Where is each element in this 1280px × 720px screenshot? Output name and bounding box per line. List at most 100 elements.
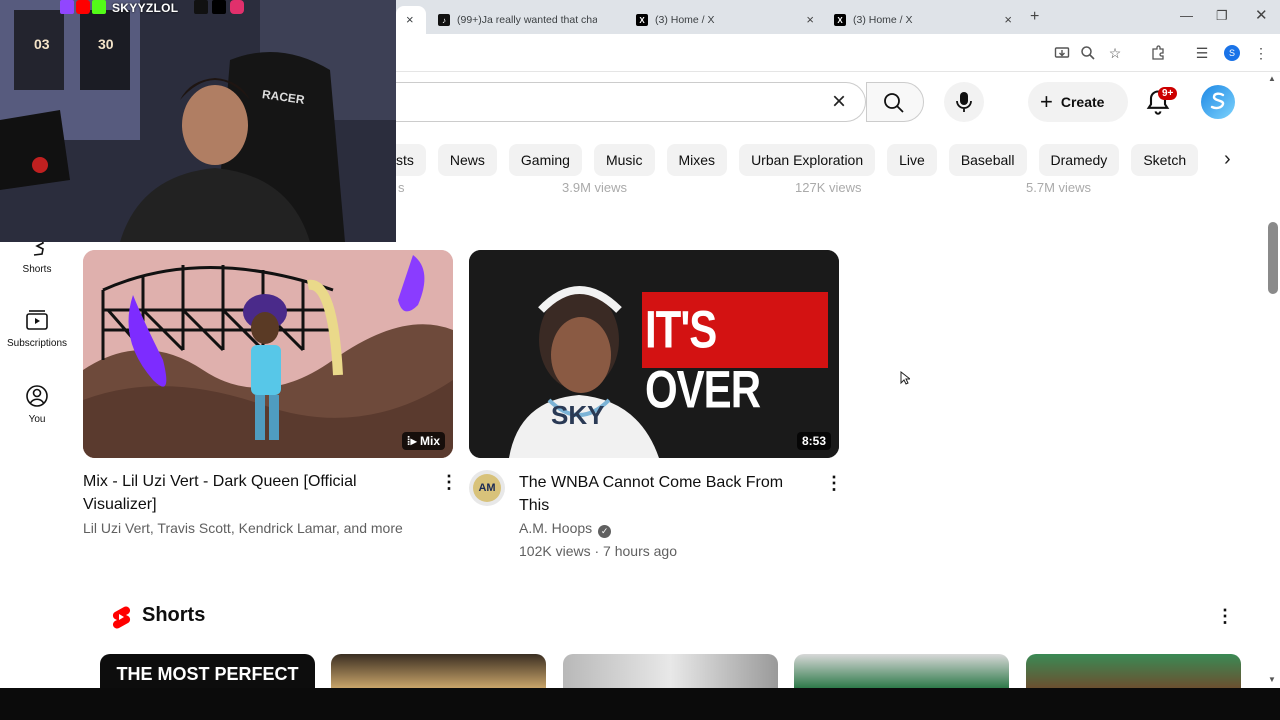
account-avatar[interactable]: [1201, 85, 1235, 119]
cartoon-artwork: [83, 250, 453, 458]
video-title[interactable]: Mix - Lil Uzi Vert - Dark Queen [Officia…: [83, 470, 423, 516]
scroll-down-icon[interactable]: ▼: [1268, 675, 1276, 684]
notifications-badge: 9+: [1158, 87, 1178, 100]
video-thumbnail-mix[interactable]: ⁞▸ Mix: [83, 250, 453, 458]
short-caption: THE MOST PERFECT: [116, 664, 299, 684]
page-scrollbar[interactable]: [1266, 72, 1280, 688]
tab-title: (99+)Ja really wanted that chall: [457, 14, 597, 26]
chip[interactable]: sts: [396, 144, 426, 176]
instagram-icon: [230, 0, 244, 14]
channel-logo: AM: [473, 474, 501, 502]
tiktok-icon: [194, 0, 208, 14]
shorts-shelf-title: Shorts: [142, 604, 206, 626]
voice-search-button[interactable]: [944, 82, 984, 122]
short-thumbnail[interactable]: [331, 654, 546, 688]
youtube-icon: [76, 0, 90, 14]
chip[interactable]: Sketch: [1131, 144, 1199, 176]
video-duration: 8:53: [796, 432, 831, 450]
chip[interactable]: Mixes: [666, 144, 728, 176]
install-app-icon[interactable]: [1054, 45, 1070, 61]
chip[interactable]: Dramedy: [1038, 144, 1120, 176]
create-label: Create: [1060, 94, 1105, 110]
chip[interactable]: Gaming: [508, 144, 582, 176]
active-tab[interactable]: ×: [396, 6, 426, 34]
chip[interactable]: Baseball: [948, 144, 1027, 176]
more-actions-icon[interactable]: ⋮: [440, 472, 458, 493]
x-icon: X: [636, 14, 648, 26]
twitch-icon: [60, 0, 74, 14]
browser-menu-icon[interactable]: ⋮: [1253, 45, 1269, 61]
tab-tiktok[interactable]: ♪ (99+)Ja really wanted that chall: [428, 6, 624, 34]
social-icons-row-right: [194, 0, 244, 14]
new-tab-button[interactable]: +: [1030, 8, 1039, 26]
more-actions-icon[interactable]: ⋮: [825, 473, 843, 494]
search-button[interactable]: [866, 82, 924, 122]
tab-x-home-2[interactable]: X (3) Home / X ×: [824, 6, 1020, 34]
tiktok-icon: ♪: [438, 14, 450, 26]
channel-name-row[interactable]: A.M. Hoops ✓: [519, 520, 612, 538]
sidebar-item-subscriptions[interactable]: Subscriptions: [0, 308, 74, 349]
playlist-icon: ⁞▸: [406, 434, 420, 448]
jersey-number: 03: [34, 36, 50, 52]
create-button[interactable]: + Create: [1028, 82, 1128, 122]
clear-search-icon[interactable]: ×: [832, 88, 846, 116]
profile-avatar-icon[interactable]: S: [1224, 45, 1240, 61]
restore-icon[interactable]: ❐: [1216, 8, 1228, 24]
chip[interactable]: Live: [887, 144, 937, 176]
video-title[interactable]: The WNBA Cannot Come Back From This: [519, 471, 819, 517]
close-tab-icon[interactable]: ×: [406, 12, 414, 27]
os-taskbar: [0, 688, 1280, 720]
you-icon: [26, 385, 48, 407]
chip[interactable]: Music: [593, 144, 655, 176]
tab-title: (3) Home / X: [655, 14, 715, 26]
channel-name[interactable]: A.M. Hoops: [519, 520, 592, 536]
sidebar-item-label: Subscriptions: [6, 338, 68, 349]
search-icon: [884, 93, 904, 113]
mouse-cursor-icon: [900, 371, 910, 385]
ghost-view-count: 3.9M views: [562, 180, 628, 195]
chevron-right-icon[interactable]: ›: [1224, 148, 1231, 171]
video-subtitle[interactable]: Lil Uzi Vert, Travis Scott, Kendrick Lam…: [83, 520, 403, 536]
ghost-view-count: s: [398, 180, 405, 195]
video-thumbnail-wnba[interactable]: IT'S OVER SKY 8:53: [469, 250, 839, 458]
webcam-feed: [0, 0, 396, 242]
chip[interactable]: News: [437, 144, 497, 176]
category-chips: sts News Gaming Music Mixes Urban Exploration…: [396, 144, 1248, 176]
close-tab-icon[interactable]: ×: [806, 12, 814, 27]
short-thumbnail[interactable]: [1026, 654, 1241, 688]
close-tab-icon[interactable]: ×: [1004, 12, 1012, 27]
tab-title: (3) Home / X: [853, 14, 913, 26]
window-close-icon[interactable]: ✕: [1255, 6, 1268, 24]
streamer-name: SKYYZLOL: [112, 1, 179, 15]
sidebar-item-you[interactable]: You: [0, 384, 74, 425]
x-icon: [212, 0, 226, 14]
x-icon: X: [834, 14, 846, 26]
ghost-view-count: 5.7M views: [1026, 180, 1092, 195]
tab-x-home-1[interactable]: X (3) Home / X ×: [626, 6, 822, 34]
thumbnail-caption: IT'S OVER: [645, 300, 761, 419]
scroll-up-icon[interactable]: ▲: [1268, 74, 1276, 83]
chip[interactable]: Urban Exploration: [739, 144, 876, 176]
social-icons-row: [60, 0, 106, 14]
zoom-icon[interactable]: [1080, 45, 1096, 61]
sidebar-item-label: You: [28, 414, 46, 425]
bookmark-star-icon[interactable]: ☆: [1107, 45, 1123, 61]
streamer-webcam-overlay: 03 30 RACER SKYYZLOL: [0, 0, 396, 242]
short-thumbnail[interactable]: THE MOST PERFECT: [100, 654, 315, 688]
minimize-icon[interactable]: —: [1180, 8, 1193, 23]
extensions-icon[interactable]: [1150, 45, 1166, 61]
short-thumbnail[interactable]: [563, 654, 778, 688]
scrollbar-thumb[interactable]: [1268, 222, 1278, 294]
mix-badge: ⁞▸ Mix: [401, 432, 445, 450]
sidebar-item-label: Shorts: [22, 264, 52, 275]
reading-list-icon[interactable]: ☰: [1194, 45, 1210, 61]
search-input[interactable]: [396, 82, 866, 122]
video-stats: 102K views · 7 hours ago: [519, 543, 677, 559]
microphone-icon: [956, 92, 972, 112]
jersey-number: 30: [98, 36, 114, 52]
short-thumbnail[interactable]: [794, 654, 1009, 688]
verified-check-icon: ✓: [598, 525, 612, 538]
kick-icon: [92, 0, 106, 14]
channel-avatar[interactable]: AM: [469, 470, 505, 506]
more-actions-icon[interactable]: ⋮: [1216, 606, 1234, 627]
